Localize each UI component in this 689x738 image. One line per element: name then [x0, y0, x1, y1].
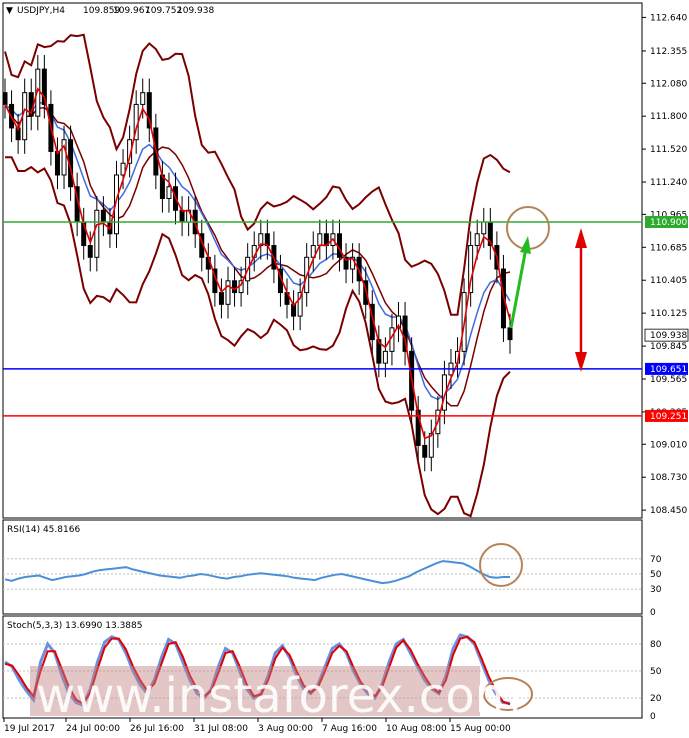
candle-body: [166, 186, 172, 199]
current-price-label: 109.938: [650, 331, 687, 341]
x-tick-label: 24 Jul 00:00: [66, 724, 120, 734]
candle-body: [225, 280, 231, 305]
price-tick-label: 111.800: [650, 112, 687, 122]
rsi-tick-label: 70: [650, 555, 662, 565]
rsi-tick-label: 50: [650, 570, 662, 580]
candle-body: [428, 433, 434, 458]
header-arrow[interactable]: ▼: [6, 6, 13, 16]
candle-body: [2, 92, 8, 105]
price-tick-label: 112.080: [650, 79, 687, 89]
level-tag-label: 109.651: [650, 365, 687, 375]
x-tick-label: 26 Jul 16:00: [130, 724, 184, 734]
candle-body: [87, 245, 93, 258]
rsi-panel: [2, 519, 643, 615]
price-tick-label: 110.685: [650, 243, 687, 253]
x-tick-label: 3 Aug 00:00: [258, 724, 313, 734]
candle-body: [140, 92, 146, 105]
candle-body: [94, 209, 100, 258]
watermark: www.instaforex.com: [36, 668, 521, 724]
price-panel: [2, 2, 643, 519]
x-tick-label: 15 Aug 00:00: [450, 724, 511, 734]
stoch-tick-label: 20: [650, 694, 662, 704]
price-tick-label: 112.355: [650, 47, 687, 57]
candle-body: [54, 150, 60, 176]
stoch-tick-label: 80: [650, 640, 662, 650]
price-tick-label: 109.010: [650, 440, 687, 450]
candle-body: [507, 327, 513, 341]
price-tick-label: 110.405: [650, 276, 687, 286]
stoch-tick-label: 0: [650, 712, 656, 722]
stoch-tick-label: 50: [650, 667, 662, 677]
candle-body: [422, 444, 428, 458]
price-tick-label: 109.845: [650, 342, 687, 352]
x-tick-label: 19 Jul 2017: [4, 724, 55, 734]
chart-canvas: 112.640 112.355 112.080 111.800 111.520 111.2…: [2, 2, 689, 734]
rsi-tick-label: 30: [650, 585, 662, 595]
x-tick-label: 31 Jul 08:00: [194, 724, 248, 734]
stoch-title: Stoch(5,3,3) 13.6990 13.3885: [7, 621, 142, 631]
price-tick-label: 109.565: [650, 375, 687, 385]
level-tag-label: 109.251: [650, 412, 687, 422]
price-tick-label: 111.240: [650, 178, 687, 188]
candle-body: [100, 209, 106, 223]
price-tick-label: 112.640: [650, 13, 687, 23]
price-tick-label: 110.125: [650, 309, 687, 319]
candle-body: [317, 233, 323, 247]
symbol-label: USDJPY,H4: [17, 6, 65, 16]
y-axis: 112.640 112.355 112.080 111.800 111.520 111.2…: [642, 13, 689, 722]
candle-body: [264, 233, 270, 247]
candle-body: [382, 350, 388, 364]
x-tick-label: 7 Aug 16:00: [322, 724, 377, 734]
candle-body: [232, 280, 238, 294]
close-value: 109.938: [177, 6, 214, 16]
rsi-title: RSI(14) 45.8166: [7, 525, 80, 535]
price-tick-label: 108.730: [650, 473, 687, 483]
price-tick-label: 108.450: [650, 506, 687, 516]
price-tick-label: 111.520: [650, 145, 687, 155]
level-tag-label: 110.900: [650, 218, 687, 228]
candle-body: [218, 292, 224, 305]
rsi-tick-label: 0: [650, 608, 656, 618]
candle-body: [481, 221, 487, 235]
candle-body: [179, 209, 185, 223]
x-tick-label: 10 Aug 08:00: [386, 724, 447, 734]
candle-body: [474, 233, 480, 247]
